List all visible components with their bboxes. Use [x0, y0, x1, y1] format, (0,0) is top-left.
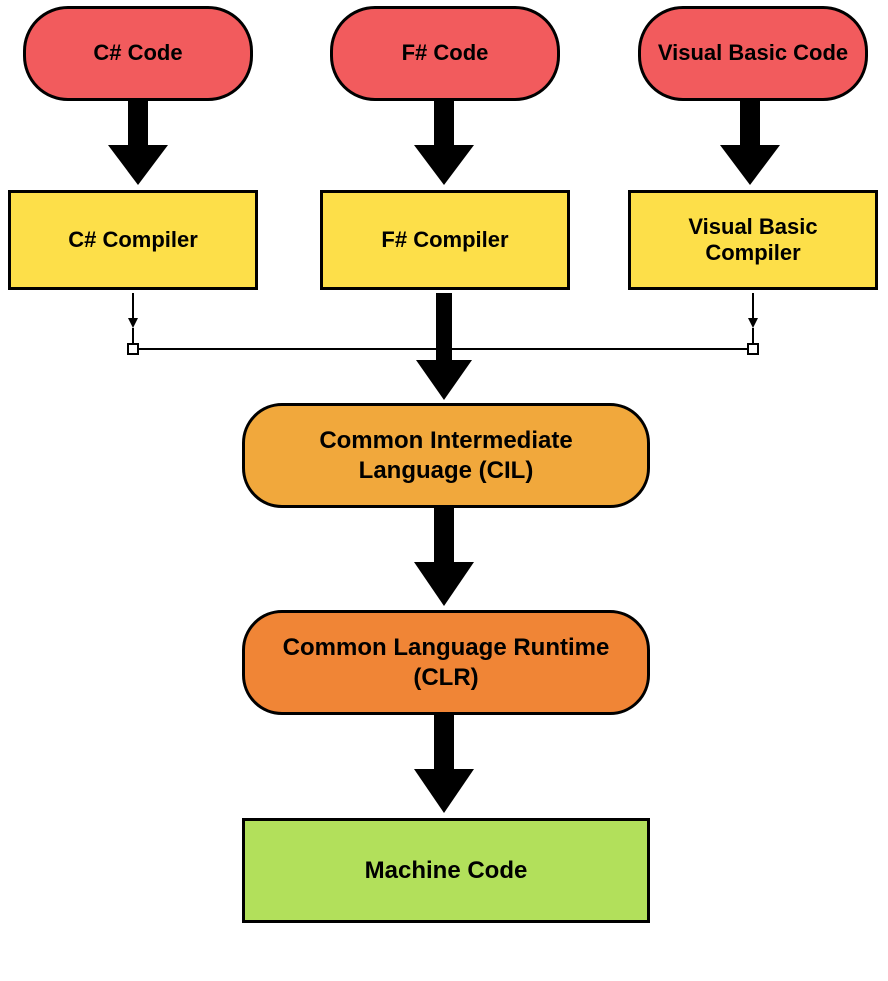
arrow-cil-to-clr — [414, 508, 474, 606]
node-fsharp-compiler: F# Compiler — [320, 190, 570, 290]
label-cil: Common Intermediate Language (CIL) — [263, 426, 629, 486]
arrow-fsharp-compiler-to-cil — [416, 293, 472, 400]
node-vb-compiler: Visual Basic Compiler — [628, 190, 878, 290]
connector-csharp-compiler-to-bus — [128, 293, 436, 354]
node-csharp-code: C# Code — [23, 6, 253, 101]
node-vb-code: Visual Basic Code — [638, 6, 868, 101]
node-clr: Common Language Runtime (CLR) — [242, 610, 650, 715]
connector-vb-compiler-to-bus — [452, 293, 758, 354]
arrow-vb-code-to-compiler — [720, 101, 780, 185]
node-fsharp-code: F# Code — [330, 6, 560, 101]
arrow-fsharp-code-to-compiler — [414, 101, 474, 185]
label-csharp-code: C# Code — [93, 40, 182, 66]
label-clr: Common Language Runtime (CLR) — [263, 633, 629, 693]
arrow-clr-to-machine — [414, 715, 474, 813]
node-machine-code: Machine Code — [242, 818, 650, 923]
arrow-csharp-code-to-compiler — [108, 101, 168, 185]
label-machine-code: Machine Code — [365, 857, 528, 885]
label-csharp-compiler: C# Compiler — [68, 227, 198, 253]
label-vb-code: Visual Basic Code — [658, 40, 848, 66]
label-fsharp-compiler: F# Compiler — [381, 227, 508, 253]
label-vb-compiler: Visual Basic Compiler — [641, 214, 865, 267]
label-fsharp-code: F# Code — [402, 40, 489, 66]
node-csharp-compiler: C# Compiler — [8, 190, 258, 290]
node-cil: Common Intermediate Language (CIL) — [242, 403, 650, 508]
